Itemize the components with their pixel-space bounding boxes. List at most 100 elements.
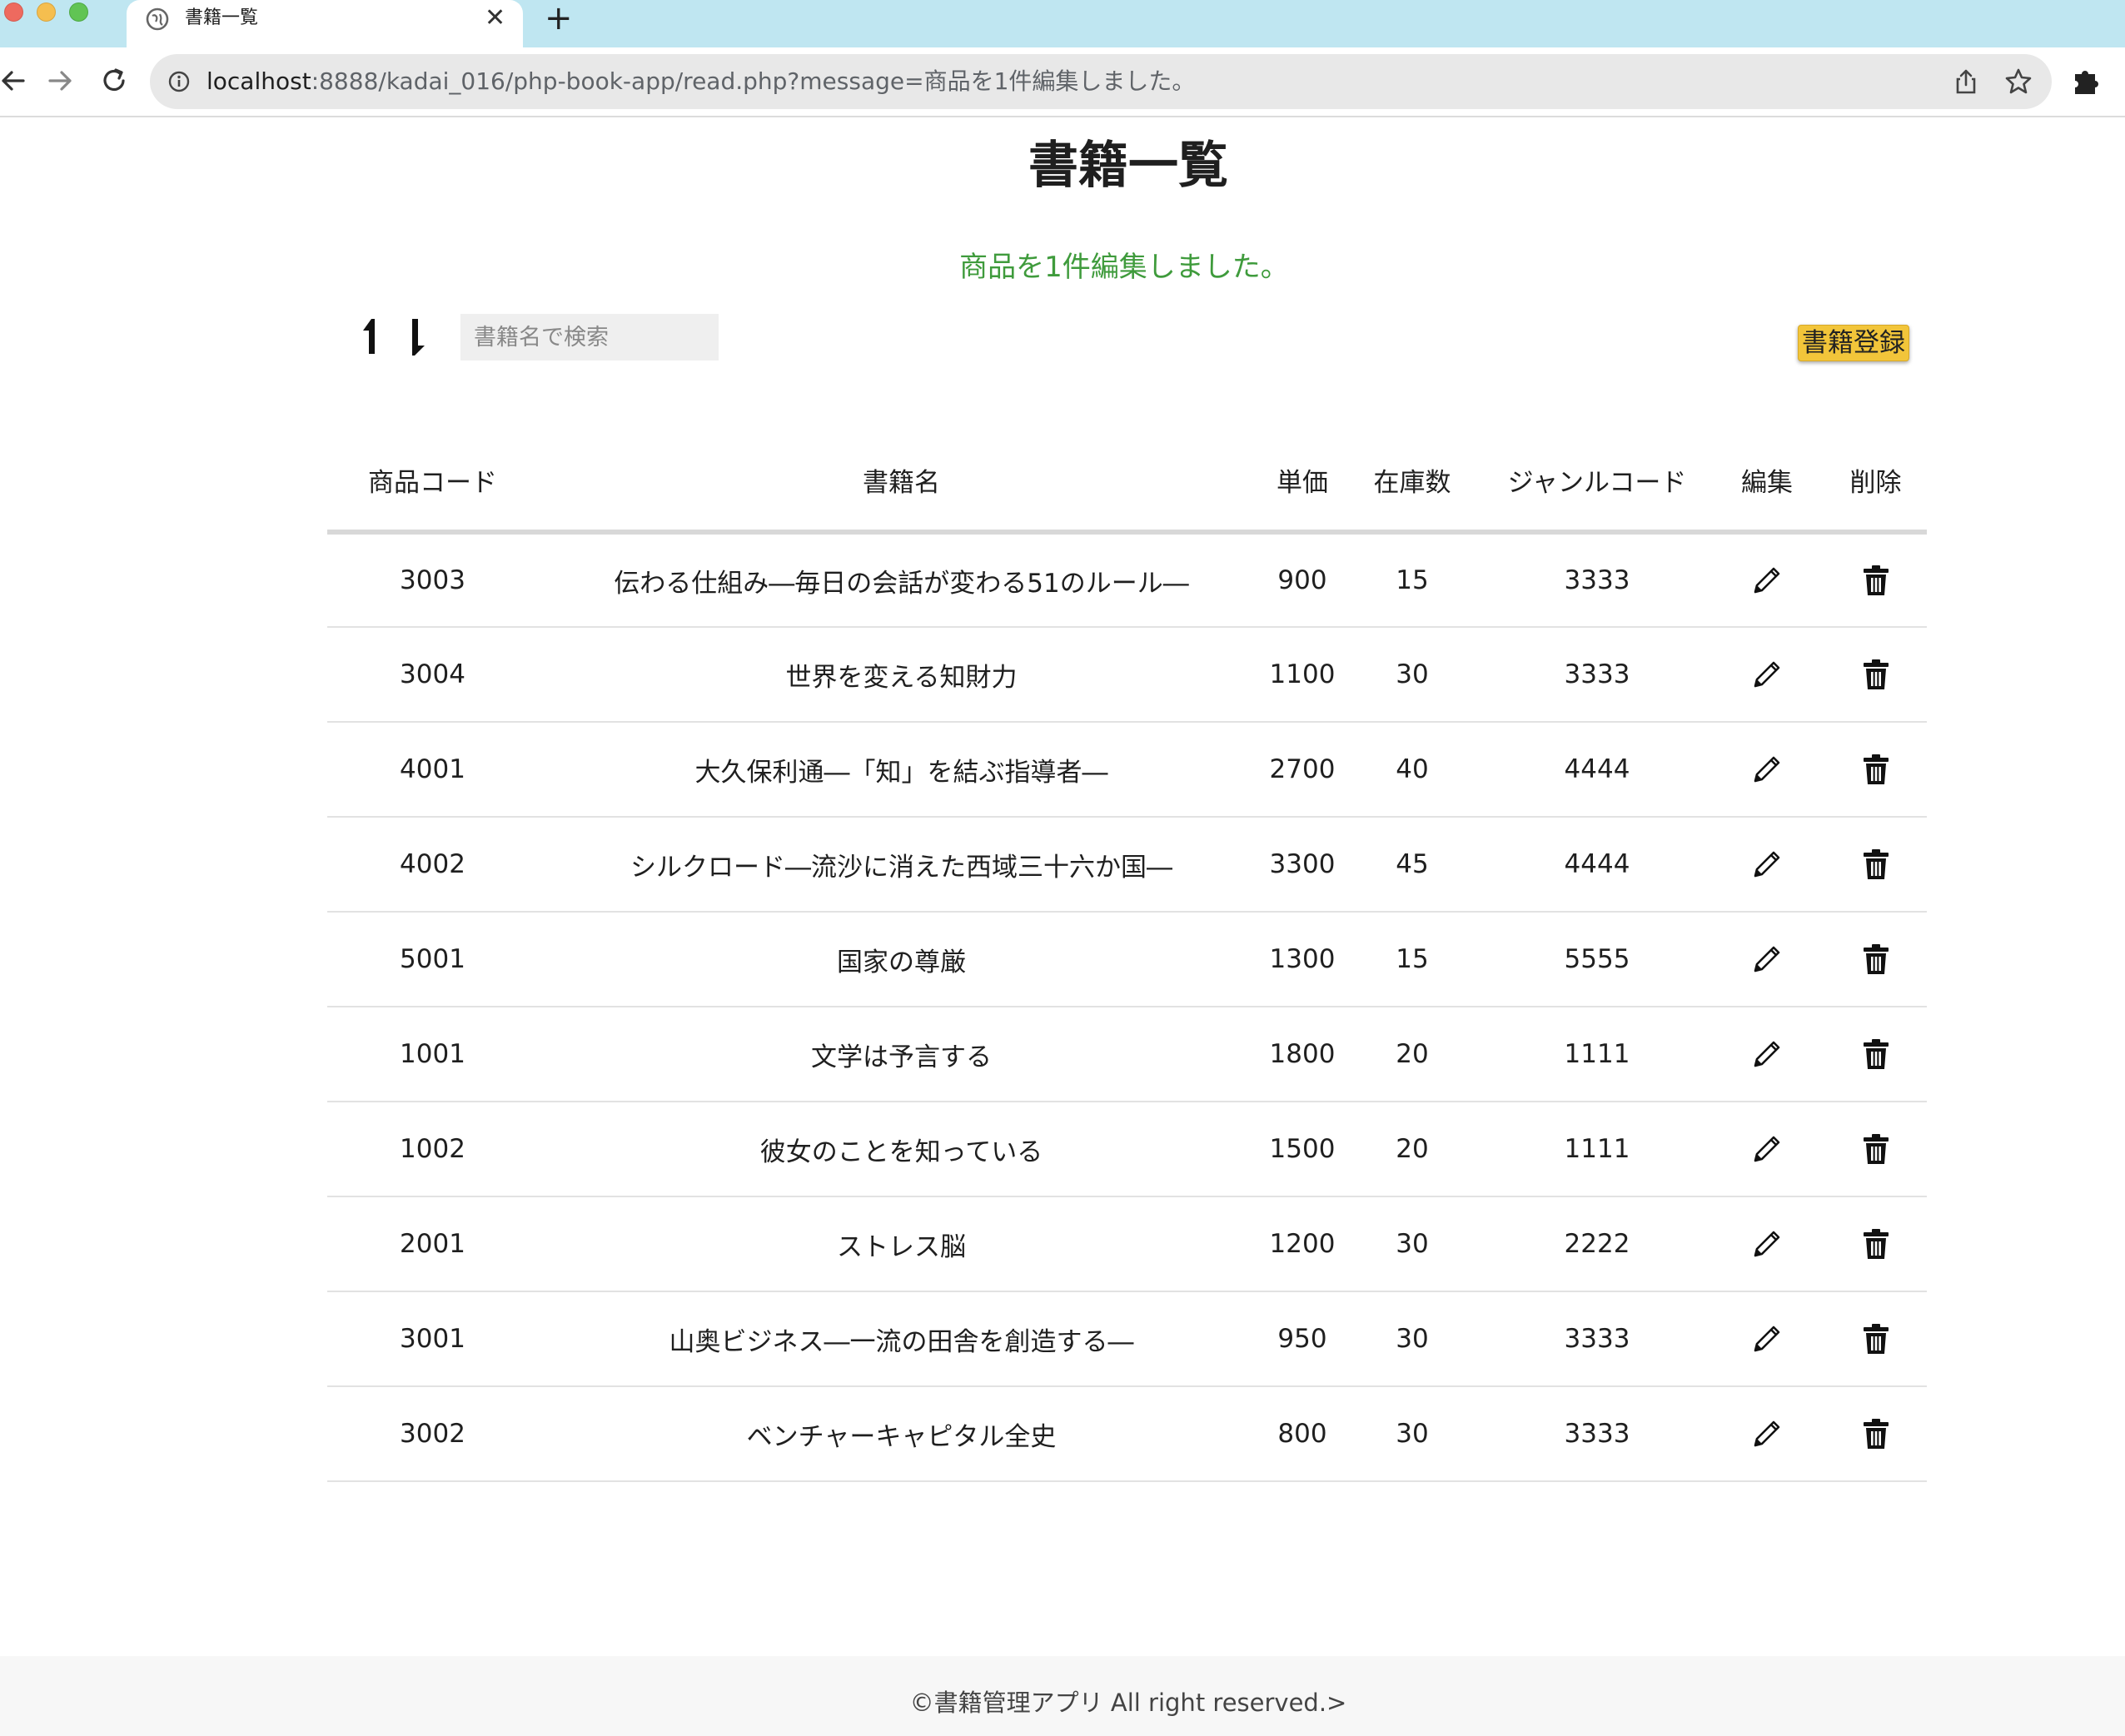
reload-icon[interactable]: [96, 62, 132, 99]
cell-stock: 15: [1340, 532, 1485, 628]
cell-name: 大久保利通―「知」を結ぶ指導者―: [538, 722, 1265, 818]
site-info-icon[interactable]: [167, 69, 192, 94]
new-tab-button[interactable]: +: [545, 0, 573, 37]
header-stock: 在庫数: [1340, 423, 1485, 535]
trash-icon[interactable]: [1858, 941, 1894, 977]
browser-tab[interactable]: 書籍一覧 ✕: [127, 0, 523, 47]
table-row: 2001 ストレス脳 1200 30 2222: [327, 1196, 1927, 1292]
pencil-icon[interactable]: [1749, 1036, 1785, 1072]
share-icon[interactable]: [1951, 67, 1981, 97]
header-name: 書籍名: [538, 423, 1265, 535]
cell-code: 1001: [327, 1007, 538, 1102]
cell-edit: [1709, 1196, 1824, 1292]
cell-name: ベンチャーキャピタル全史: [538, 1386, 1265, 1482]
bookmark-star-icon[interactable]: [2003, 67, 2033, 97]
cell-delete: [1824, 912, 1927, 1007]
cell-genre: 4444: [1485, 722, 1709, 818]
page-content: 書籍一覧 商品を1件編集しました。 書籍登録 商品コード 書籍名 単価 在庫数 …: [0, 117, 2125, 1736]
pencil-icon[interactable]: [1749, 751, 1785, 788]
cell-delete: [1824, 1007, 1927, 1102]
cell-name: 文学は予言する: [538, 1007, 1265, 1102]
table-row: 5001 国家の尊厳 1300 15 5555: [327, 912, 1927, 1007]
forward-icon[interactable]: [42, 62, 78, 99]
cell-delete: [1824, 627, 1927, 723]
cell-stock: 15: [1340, 912, 1485, 1007]
cell-delete: [1824, 1102, 1927, 1197]
cell-name: 国家の尊厳: [538, 912, 1265, 1007]
address-url[interactable]: localhost:8888/kadai_016/php-book-app/re…: [207, 67, 1195, 97]
cell-code: 3003: [327, 532, 538, 628]
trash-icon[interactable]: [1858, 1321, 1894, 1357]
cell-code: 4002: [327, 817, 538, 913]
trash-icon[interactable]: [1858, 656, 1894, 693]
cell-edit: [1709, 1386, 1824, 1482]
pencil-icon[interactable]: [1749, 656, 1785, 693]
back-icon[interactable]: [0, 62, 32, 99]
pencil-icon[interactable]: [1749, 1131, 1785, 1167]
trash-icon[interactable]: [1858, 1036, 1894, 1072]
register-book-button[interactable]: 書籍登録: [1798, 325, 1909, 361]
cell-code: 3004: [327, 627, 538, 723]
cell-edit: [1709, 817, 1824, 913]
cell-name: シルクロード―流沙に消えた西域三十六か国―: [538, 817, 1265, 913]
trash-icon[interactable]: [1858, 562, 1894, 599]
pencil-icon[interactable]: [1749, 846, 1785, 883]
pencil-icon[interactable]: [1749, 1415, 1785, 1452]
maximize-window-button[interactable]: [69, 2, 88, 22]
table-row: 1002 彼女のことを知っている 1500 20 1111: [327, 1102, 1927, 1197]
trash-icon[interactable]: [1858, 1415, 1894, 1452]
cell-genre: 1111: [1485, 1102, 1709, 1197]
header-price: 単価: [1265, 423, 1340, 535]
search-input[interactable]: [460, 314, 719, 361]
cell-genre: 5555: [1485, 912, 1709, 1007]
table-header-row: 商品コード 書籍名 単価 在庫数 ジャンルコード 編集 削除: [327, 423, 1927, 535]
cell-price: 900: [1265, 532, 1340, 628]
minimize-window-button[interactable]: [37, 2, 56, 22]
header-genre: ジャンルコード: [1485, 423, 1709, 535]
cell-edit: [1709, 722, 1824, 818]
cell-price: 1800: [1265, 1007, 1340, 1102]
trash-icon[interactable]: [1858, 1226, 1894, 1262]
cell-delete: [1824, 1386, 1927, 1482]
cell-price: 1300: [1265, 912, 1340, 1007]
trash-icon[interactable]: [1858, 1131, 1894, 1167]
cell-name: 山奥ビジネス―一流の田舎を創造する―: [538, 1291, 1265, 1387]
cell-edit: [1709, 1102, 1824, 1197]
close-window-button[interactable]: [4, 2, 23, 22]
cell-code: 3002: [327, 1386, 538, 1482]
cell-delete: [1824, 1196, 1927, 1292]
trash-icon[interactable]: [1858, 846, 1894, 883]
cell-genre: 3333: [1485, 1291, 1709, 1387]
cell-name: 彼女のことを知っている: [538, 1102, 1265, 1197]
globe-icon: [146, 7, 169, 31]
table-row: 3003 伝わる仕組み―毎日の会話が変わる51のルール― 900 15 3333: [327, 532, 1927, 628]
pencil-icon[interactable]: [1749, 1321, 1785, 1357]
cell-genre: 2222: [1485, 1196, 1709, 1292]
address-bar[interactable]: localhost:8888/kadai_016/php-book-app/re…: [150, 54, 2052, 109]
tab-title: 書籍一覧: [185, 7, 259, 28]
extensions-puzzle-icon[interactable]: [2070, 64, 2103, 97]
table-row: 1001 文学は予言する 1800 20 1111: [327, 1007, 1927, 1102]
cell-delete: [1824, 817, 1927, 913]
footer: ©書籍管理アプリ All right reserved.>: [0, 1656, 2125, 1736]
cell-code: 2001: [327, 1196, 538, 1292]
cell-price: 3300: [1265, 817, 1340, 913]
trash-icon[interactable]: [1858, 751, 1894, 788]
cell-name: 世界を変える知財力: [538, 627, 1265, 723]
header-edit: 編集: [1709, 423, 1824, 535]
cell-delete: [1824, 1291, 1927, 1387]
tab-close-icon[interactable]: ✕: [485, 2, 505, 35]
cell-edit: [1709, 532, 1824, 628]
cell-edit: [1709, 912, 1824, 1007]
cell-price: 1200: [1265, 1196, 1340, 1292]
pencil-icon[interactable]: [1749, 562, 1785, 599]
cell-genre: 1111: [1485, 1007, 1709, 1102]
cell-stock: 30: [1340, 1291, 1485, 1387]
pencil-icon[interactable]: [1749, 941, 1785, 977]
arrow-down-icon[interactable]: [405, 316, 430, 357]
pencil-icon[interactable]: [1749, 1226, 1785, 1262]
cell-edit: [1709, 1007, 1824, 1102]
books-table: 商品コード 書籍名 単価 在庫数 ジャンルコード 編集 削除 3003 伝わる仕組…: [327, 423, 1927, 1482]
page-title: 書籍一覧: [1028, 137, 1228, 195]
arrow-up-icon[interactable]: [360, 316, 385, 357]
